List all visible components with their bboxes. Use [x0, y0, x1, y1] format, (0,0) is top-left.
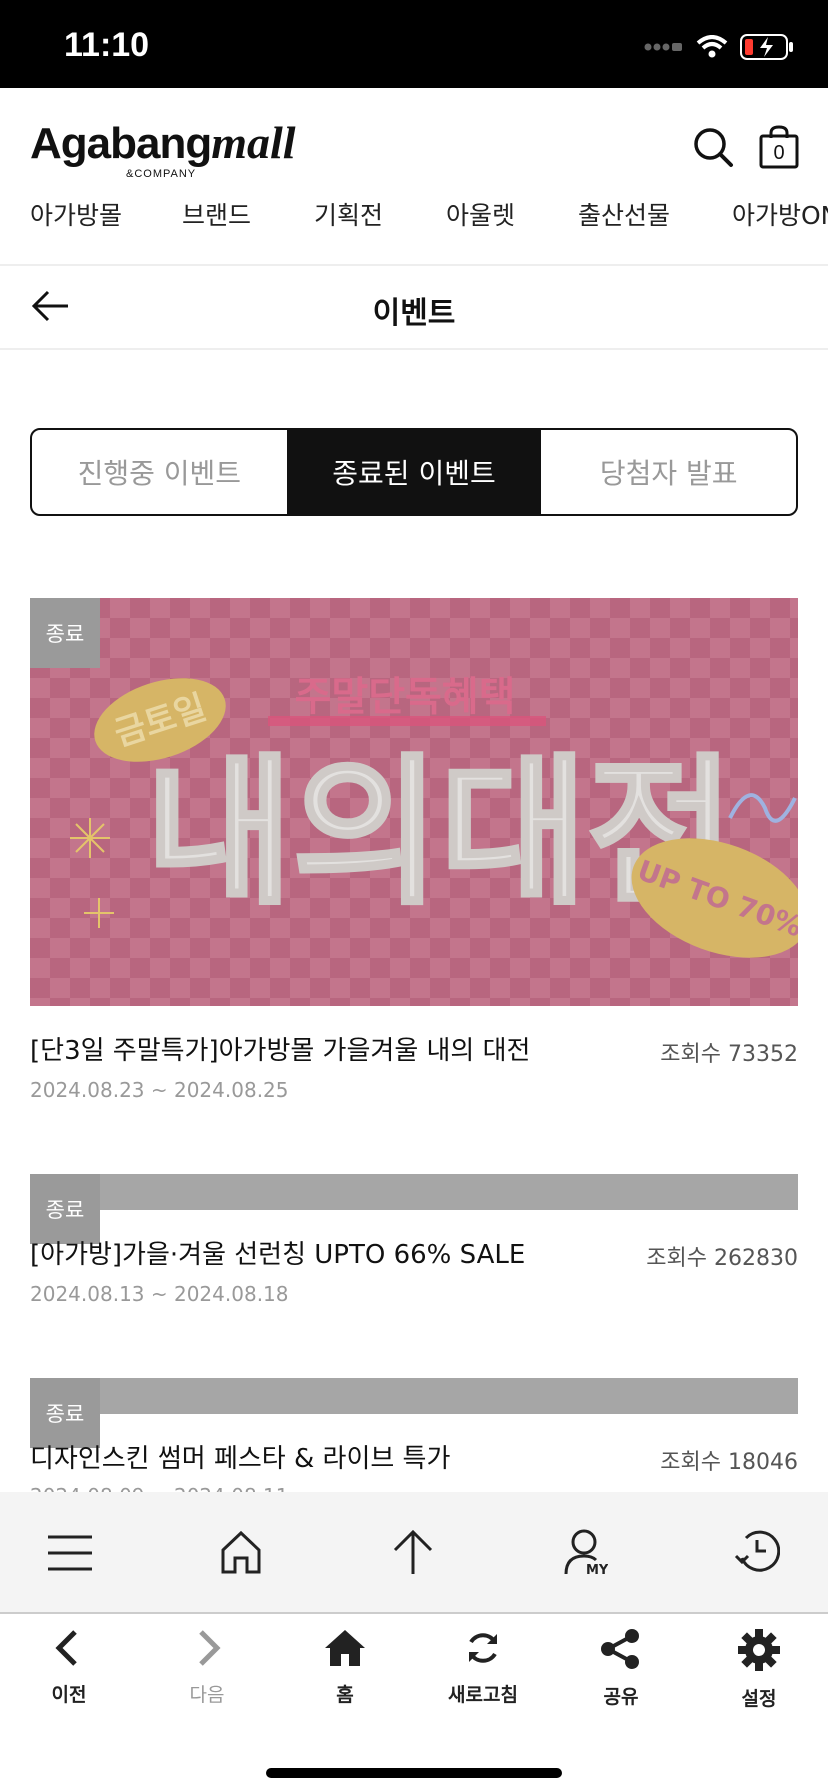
event-thumbnail[interactable] [30, 1378, 798, 1414]
back-label: 이전 [51, 1684, 87, 1706]
browser-toolbar: 이전 다음 홈 새로고침 공유 설정 [0, 1614, 828, 1792]
event-views: 조회수 262830 [646, 1246, 798, 1271]
battery-icon [740, 34, 793, 60]
event-thumbnail[interactable] [30, 1174, 798, 1210]
gear-icon [738, 1629, 780, 1671]
forward-button[interactable]: 다음 [152, 1628, 262, 1707]
event-date: 2024.08.09 ~ 2024.08.11 [30, 1484, 289, 1492]
forward-label: 다음 [189, 1684, 225, 1706]
cart-count: 0 [773, 142, 785, 164]
refresh-label: 새로고침 [448, 1684, 518, 1706]
site-header: Agabangmall &COMPANY 0 아가방몰 브랜드 기획전 아울렛 … [0, 88, 828, 264]
scroll-top-icon[interactable] [392, 1528, 434, 1574]
share-button[interactable]: 공유 [566, 1628, 676, 1709]
event-tabs: 진행중 이벤트 종료된 이벤트 당첨자 발표 [30, 428, 798, 516]
status-badge: 종료 [30, 598, 100, 668]
home-icon [325, 1630, 365, 1666]
settings-label: 설정 [741, 1688, 777, 1710]
event-title[interactable]: [단3일 주말특가]아가방몰 가을겨울 내의 대전 [30, 1030, 530, 1067]
event-banner[interactable]: 주말단독혜택 금토일 내의대전 UP TO 70% 종료 [30, 598, 798, 1006]
refresh-icon [469, 1633, 497, 1663]
event-title[interactable]: [아가방]가을·겨울 선런칭 UPTO 66% SALE [30, 1234, 525, 1271]
shop-toolbar: MY [0, 1492, 828, 1614]
home-button[interactable]: 홈 [290, 1628, 400, 1707]
recent-history-icon[interactable] [734, 1528, 780, 1574]
menu-icon[interactable] [48, 1534, 92, 1572]
my-page-icon[interactable]: MY [564, 1528, 608, 1576]
event-date: 2024.08.13 ~ 2024.08.18 [30, 1282, 289, 1306]
banner-top-text: 주말단독혜택 [295, 674, 516, 720]
tab-ended-events[interactable]: 종료된 이벤트 [286, 430, 542, 514]
banner-image: 주말단독혜택 금토일 내의대전 UP TO 70% [30, 598, 798, 1006]
logo-mall: mall [211, 117, 296, 168]
status-time: 11:10 [64, 26, 150, 64]
logo-sub: &COMPANY [126, 168, 197, 180]
svg-text:MY: MY [586, 1563, 608, 1576]
brand-logo[interactable]: Agabangmall &COMPANY [30, 116, 296, 180]
signal-icon [644, 43, 682, 51]
tab-winners[interactable]: 당첨자 발표 [541, 430, 796, 514]
event-views: 조회수 73352 [660, 1042, 798, 1067]
back-button[interactable]: 이전 [14, 1628, 124, 1707]
home-outline-icon[interactable] [220, 1530, 262, 1574]
chevron-right-icon [199, 1630, 221, 1666]
page-title: 이벤트 [372, 296, 456, 331]
home-indicator [266, 1768, 562, 1778]
nav-item-birth-gift[interactable]: 출산선물 [578, 196, 670, 232]
nav-item-agabang-on[interactable]: 아가방ON [732, 196, 828, 232]
share-label: 공유 [603, 1686, 639, 1708]
nav-item-brand[interactable]: 브랜드 [182, 196, 251, 232]
refresh-button[interactable]: 새로고침 [428, 1628, 538, 1707]
tab-ongoing-events[interactable]: 진행중 이벤트 [32, 430, 287, 514]
event-date: 2024.08.23 ~ 2024.08.25 [30, 1078, 289, 1102]
nav-item-outlet[interactable]: 아울렛 [446, 196, 515, 232]
settings-button[interactable]: 설정 [704, 1628, 814, 1711]
event-views: 조회수 18046 [660, 1450, 798, 1475]
wifi-icon [696, 35, 728, 58]
home-label: 홈 [336, 1684, 354, 1706]
search-icon[interactable] [692, 126, 734, 168]
cart-button[interactable]: 0 [758, 124, 800, 170]
chevron-left-icon [55, 1630, 77, 1666]
page-header: 이벤트 [0, 264, 828, 350]
event-title[interactable]: 디자인스킨 썸머 페스타 & 라이브 특가 [30, 1438, 450, 1475]
nav-item-exhibition[interactable]: 기획전 [314, 196, 383, 232]
nav-item-agabangmall[interactable]: 아가방몰 [30, 196, 122, 232]
share-icon [601, 1629, 639, 1669]
status-bar: 11:10 [0, 0, 828, 88]
logo-main: Agabang [30, 119, 212, 168]
